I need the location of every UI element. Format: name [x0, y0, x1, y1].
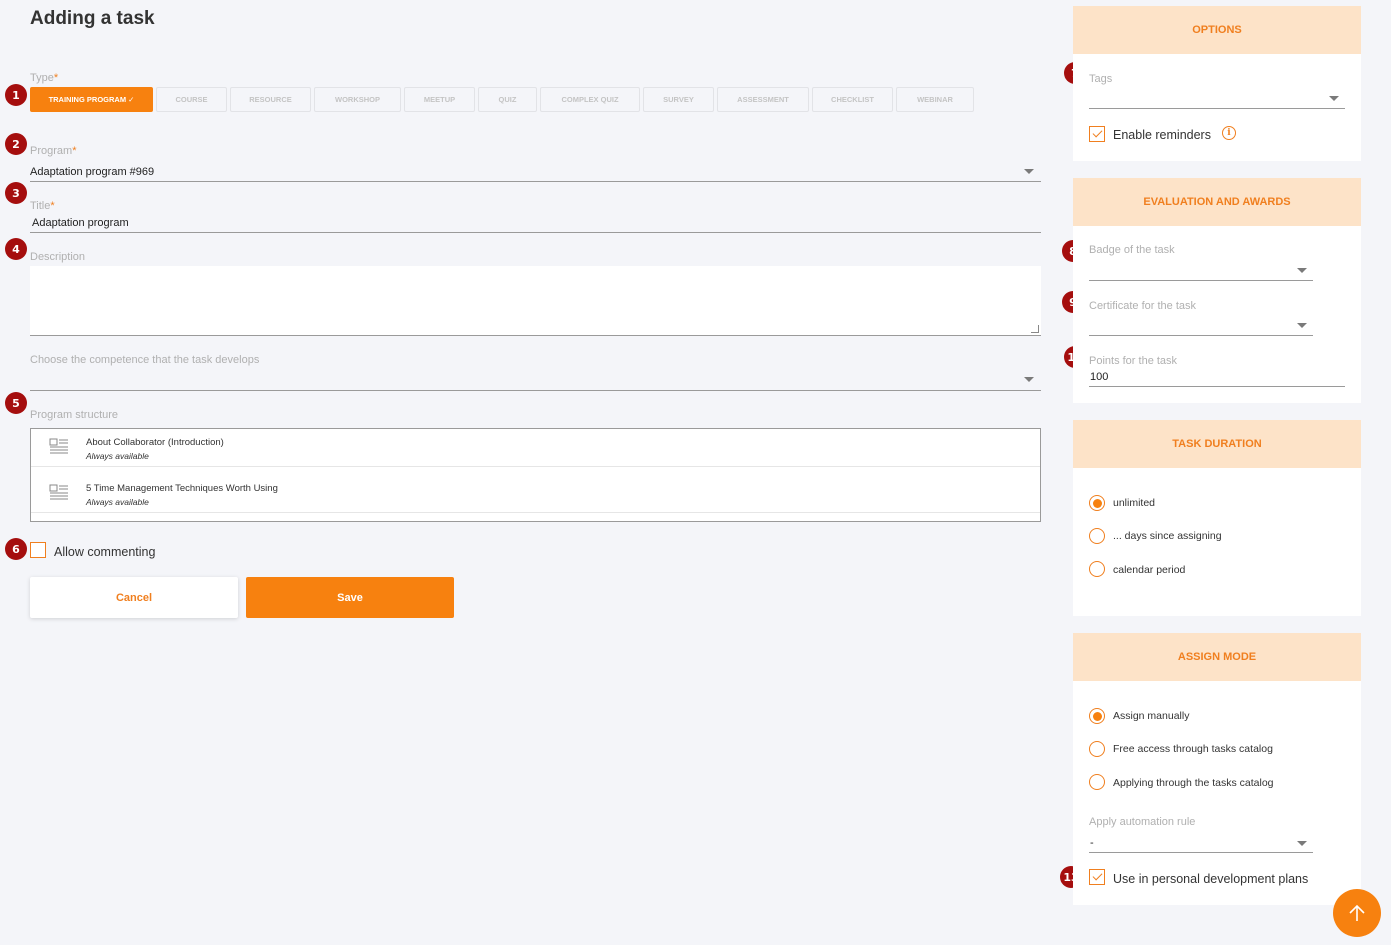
- pdp-checkbox[interactable]: [1089, 869, 1105, 885]
- cancel-button[interactable]: Cancel: [30, 577, 238, 618]
- page-title: Adding a task: [30, 8, 155, 29]
- duration-option-label: unlimited: [1113, 497, 1156, 509]
- automation-rule-select[interactable]: -: [1089, 834, 1313, 853]
- chevron-down-icon: [1297, 268, 1307, 273]
- type-tab-meetup[interactable]: MEETUP: [404, 87, 475, 112]
- tags-select[interactable]: [1089, 88, 1345, 109]
- step-marker-3: 3: [5, 182, 27, 204]
- description-textarea[interactable]: [30, 266, 1041, 336]
- step-marker-1: 1: [5, 84, 27, 106]
- radio-dot: [1092, 711, 1102, 721]
- type-tab-webinar[interactable]: WEBINAR: [896, 87, 974, 112]
- step-marker-5: 5: [5, 392, 27, 414]
- certificate-select[interactable]: [1089, 315, 1313, 336]
- radio-dot: [1092, 498, 1102, 508]
- title-label: Title*: [30, 200, 55, 212]
- program-structure-list: About Collaborator (Introduction) Always…: [30, 428, 1041, 522]
- document-icon: [49, 484, 68, 500]
- assign-option-label: Free access through tasks catalog: [1113, 743, 1273, 755]
- chevron-down-icon: [1297, 841, 1307, 846]
- chevron-down-icon: [1329, 96, 1339, 101]
- allow-commenting-label: Allow commenting: [54, 545, 156, 559]
- program-value: Adaptation program #969: [30, 166, 155, 178]
- program-select[interactable]: Adaptation program #969: [30, 162, 1041, 182]
- assign-mode-panel: ASSIGN MODE Assign manually Free access …: [1073, 633, 1361, 905]
- checkmark-icon: [1092, 870, 1102, 881]
- badge-label: Badge of the task: [1089, 244, 1175, 256]
- structure-item-availability: Always available: [86, 497, 149, 507]
- competence-label: Choose the competence that the task deve…: [30, 354, 260, 366]
- automation-rule-label: Apply automation rule: [1089, 816, 1196, 828]
- assign-option-label: Assign manually: [1113, 710, 1190, 722]
- chevron-down-icon: [1024, 377, 1034, 382]
- enable-reminders-checkbox[interactable]: [1089, 126, 1105, 142]
- certificate-label: Certificate for the task: [1089, 300, 1196, 312]
- structure-item[interactable]: About Collaborator (Introduction) Always…: [31, 429, 1040, 467]
- chevron-down-icon: [1297, 323, 1307, 328]
- type-tabs: TRAINING PROGRAM ✓ COURSE RESOURCE WORKS…: [30, 87, 974, 112]
- resize-grip-icon[interactable]: [1031, 325, 1039, 333]
- info-icon[interactable]: i: [1222, 126, 1236, 140]
- structure-label: Program structure: [30, 409, 119, 421]
- type-label: Type*: [30, 72, 59, 84]
- tags-label: Tags: [1089, 73, 1113, 85]
- assign-radio-free-access[interactable]: [1089, 741, 1105, 757]
- allow-commenting-checkbox[interactable]: [30, 542, 46, 558]
- description-label: Description: [30, 251, 86, 263]
- points-label: Points for the task: [1089, 355, 1178, 367]
- structure-item-availability: Always available: [86, 451, 149, 461]
- chevron-down-icon: [1024, 169, 1034, 174]
- structure-item-title: 5 Time Management Techniques Worth Using: [86, 483, 278, 494]
- type-tab-quiz[interactable]: QUIZ: [478, 87, 537, 112]
- points-value: 100: [1090, 371, 1109, 383]
- duration-radio-calendar[interactable]: [1089, 561, 1105, 577]
- options-panel: OPTIONS Tags Enable reminders i: [1073, 6, 1361, 161]
- title-value: Adaptation program: [32, 217, 129, 229]
- options-header: OPTIONS: [1073, 6, 1361, 54]
- program-label: Program*: [30, 145, 77, 157]
- title-input[interactable]: Adaptation program: [30, 214, 1041, 233]
- badge-select[interactable]: [1089, 260, 1313, 281]
- enable-reminders-label: Enable reminders: [1113, 128, 1211, 142]
- duration-option-label: ... days since assigning: [1113, 530, 1222, 542]
- assign-option-label: Applying through the tasks catalog: [1113, 777, 1274, 789]
- type-tab-training-program[interactable]: TRAINING PROGRAM ✓: [30, 87, 153, 112]
- duration-radio-days[interactable]: [1089, 528, 1105, 544]
- type-tab-workshop[interactable]: WORKSHOP: [314, 87, 401, 112]
- duration-radio-unlimited[interactable]: [1089, 495, 1105, 511]
- automation-rule-value: -: [1090, 837, 1094, 849]
- evaluation-panel: EVALUATION AND AWARDS Badge of the task …: [1073, 178, 1361, 403]
- assign-radio-manual[interactable]: [1089, 708, 1105, 724]
- type-tab-resource[interactable]: RESOURCE: [230, 87, 311, 112]
- document-icon: [49, 438, 68, 454]
- assign-radio-applying[interactable]: [1089, 774, 1105, 790]
- scroll-top-button[interactable]: [1333, 889, 1381, 937]
- structure-item[interactable]: 5 Time Management Techniques Worth Using…: [31, 475, 1040, 513]
- step-marker-4: 4: [5, 238, 27, 260]
- points-input[interactable]: 100: [1089, 369, 1345, 387]
- assign-mode-header: ASSIGN MODE: [1073, 633, 1361, 681]
- checkmark-icon: [1092, 127, 1102, 138]
- save-button[interactable]: Save: [246, 577, 454, 618]
- structure-item-title: About Collaborator (Introduction): [86, 437, 224, 448]
- duration-option-label: calendar period: [1113, 564, 1186, 576]
- type-tab-course[interactable]: COURSE: [156, 87, 227, 112]
- arrow-up-icon: [1349, 904, 1365, 921]
- type-tab-assessment[interactable]: ASSESSMENT: [717, 87, 809, 112]
- evaluation-header: EVALUATION AND AWARDS: [1073, 178, 1361, 226]
- pdp-label: Use in personal development plans: [1113, 872, 1309, 886]
- competence-select[interactable]: [30, 370, 1041, 391]
- task-duration-panel: TASK DURATION unlimited ... days since a…: [1073, 420, 1361, 616]
- type-tab-checklist[interactable]: CHECKLIST: [812, 87, 893, 112]
- step-marker-2: 2: [5, 133, 27, 155]
- step-marker-6: 6: [5, 538, 27, 560]
- type-tab-survey[interactable]: SURVEY: [643, 87, 714, 112]
- type-tab-complex-quiz[interactable]: COMPLEX QUIZ: [540, 87, 640, 112]
- task-duration-header: TASK DURATION: [1073, 420, 1361, 468]
